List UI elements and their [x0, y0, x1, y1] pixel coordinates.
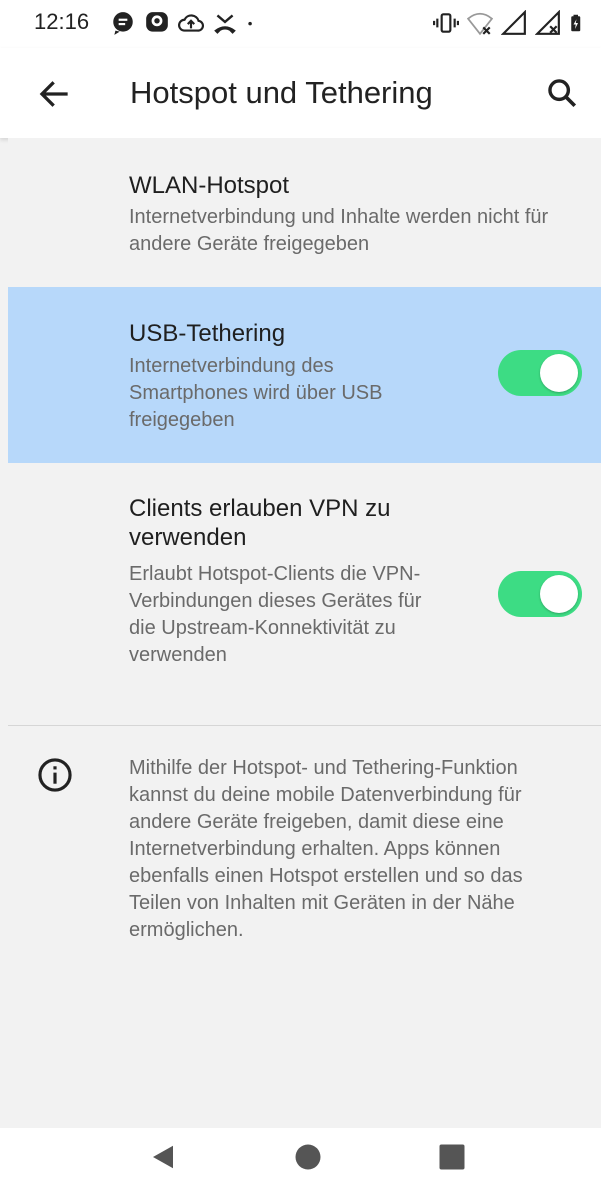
info-icon — [38, 758, 72, 792]
status-time: 12:16 — [34, 9, 90, 34]
system-icons — [433, 10, 587, 36]
nav-recents-icon[interactable] — [437, 1142, 467, 1172]
cloud-upload-icon — [178, 14, 204, 32]
usb-tethering-summary: Internetverbindung des Smartphones wird … — [129, 355, 383, 431]
settings-list: WLAN-Hotspot Internetverbindung und Inha… — [8, 138, 601, 1128]
switch-thumb — [540, 354, 578, 392]
search-icon[interactable] — [545, 76, 579, 110]
wlan-hotspot-summary: Internetverbindung und Inhalte werden ni… — [129, 206, 549, 255]
signal-icon — [501, 10, 526, 35]
status-bar: 12:16 — [0, 0, 601, 48]
wlan-hotspot-item[interactable]: WLAN-Hotspot Internetverbindung und Inha… — [8, 138, 601, 286]
footer-info-text: Mithilfe der Hotspot- und Tethering-Funk… — [129, 757, 523, 941]
dot-icon — [248, 21, 252, 26]
app-bar: Hotspot und Tethering — [0, 48, 601, 138]
nav-home-icon[interactable] — [293, 1142, 323, 1172]
wifi-off-icon — [467, 12, 493, 36]
nav-back-icon[interactable] — [148, 1142, 178, 1172]
battery-charging-icon — [571, 14, 581, 32]
arrow-back-icon[interactable] — [36, 76, 72, 112]
vpn-clients-switch[interactable] — [498, 571, 582, 617]
vpn-clients-summary: Erlaubt Hotspot-Clients die VPN-Verbindu… — [129, 563, 422, 666]
usb-tethering-switch[interactable] — [498, 350, 582, 396]
usb-tethering-item[interactable]: USB-Tethering Internetverbindung des Sma… — [8, 287, 601, 463]
switch-thumb — [540, 575, 578, 613]
chat-bubble-icon — [113, 12, 133, 35]
footer-info: Mithilfe der Hotspot- und Tethering-Funk… — [8, 738, 601, 998]
notification-icons — [110, 10, 260, 36]
vibrate-icon — [433, 13, 459, 33]
signal-no-data-icon — [535, 10, 560, 35]
divider — [8, 725, 601, 726]
wlan-hotspot-title: WLAN-Hotspot — [129, 172, 290, 199]
page-title: Hotspot und Tethering — [130, 75, 433, 110]
missed-call-icon — [214, 14, 236, 34]
vpn-clients-title: Clients erlauben VPN zu verwenden — [129, 495, 391, 551]
navigation-bar — [0, 1128, 601, 1180]
vpn-clients-item[interactable]: Clients erlauben VPN zu verwenden Erlaub… — [8, 464, 601, 726]
usb-tethering-title: USB-Tethering — [129, 320, 286, 347]
messenger-icon — [146, 12, 168, 32]
